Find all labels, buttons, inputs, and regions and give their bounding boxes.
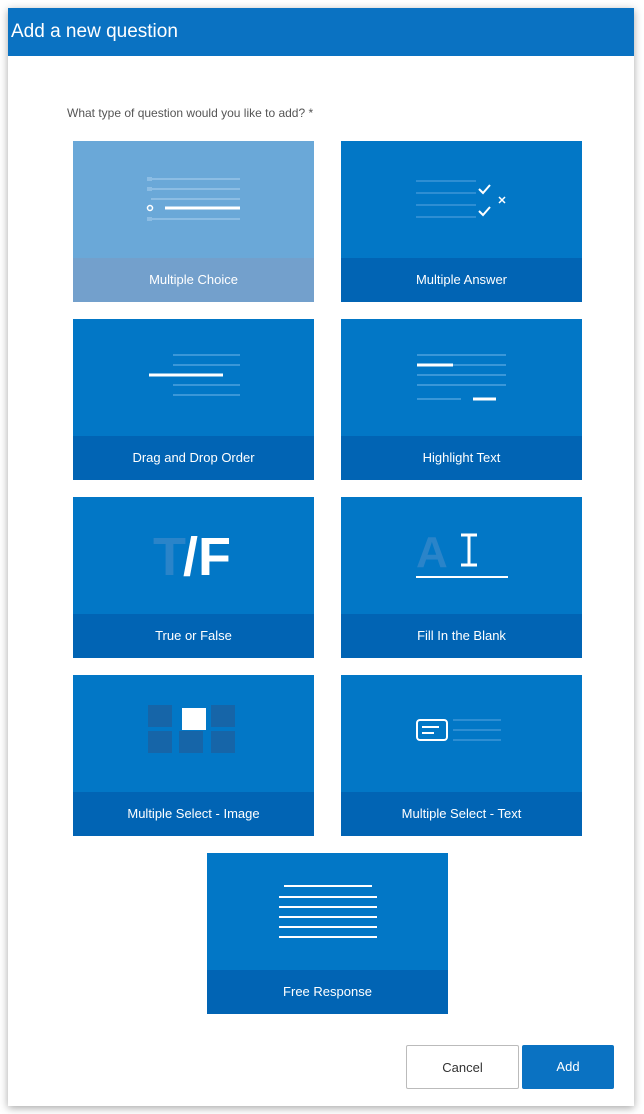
card-multiple-choice[interactable]: Multiple Choice bbox=[73, 141, 314, 302]
card-multiple-answer[interactable]: Multiple Answer bbox=[341, 141, 582, 302]
multiple-select-text-icon bbox=[416, 719, 501, 741]
add-button[interactable]: Add bbox=[522, 1045, 614, 1089]
true-false-icon: T /F bbox=[153, 527, 231, 587]
multiple-choice-icon bbox=[146, 177, 240, 221]
multiple-answer-icon bbox=[416, 180, 506, 218]
question-type-prompt: What type of question would you like to … bbox=[67, 106, 314, 120]
card-label: Multiple Select - Text bbox=[341, 792, 582, 836]
card-true-or-false[interactable]: T /F True or False bbox=[73, 497, 314, 658]
card-label: Fill In the Blank bbox=[341, 614, 582, 658]
card-label: Multiple Select - Image bbox=[73, 792, 314, 836]
svg-text:T: T bbox=[153, 527, 186, 587]
card-multiple-select-image[interactable]: Multiple Select - Image bbox=[73, 675, 314, 836]
card-fill-in-the-blank[interactable]: A Fill In the Blank bbox=[341, 497, 582, 658]
card-label: Free Response bbox=[207, 970, 448, 1014]
card-multiple-select-text[interactable]: Multiple Select - Text bbox=[341, 675, 582, 836]
multiple-select-image-icon bbox=[148, 705, 235, 753]
drag-drop-order-icon bbox=[149, 354, 240, 396]
card-label: Multiple Answer bbox=[341, 258, 582, 302]
svg-text:A: A bbox=[416, 528, 448, 577]
svg-text:/F: /F bbox=[183, 527, 231, 587]
card-label: Highlight Text bbox=[341, 436, 582, 480]
cancel-button[interactable]: Cancel bbox=[406, 1045, 519, 1089]
add-question-dialog: Add a new question What type of question… bbox=[8, 8, 634, 1106]
fill-blank-icon: A bbox=[416, 528, 508, 578]
card-label: Drag and Drop Order bbox=[73, 436, 314, 480]
card-label: True or False bbox=[73, 614, 314, 658]
card-label: Multiple Choice bbox=[73, 258, 314, 302]
card-highlight-text[interactable]: Highlight Text bbox=[341, 319, 582, 480]
card-free-response[interactable]: Free Response bbox=[207, 853, 448, 1014]
free-response-icon bbox=[279, 885, 377, 938]
card-drag-and-drop-order[interactable]: Drag and Drop Order bbox=[73, 319, 314, 480]
highlight-text-icon bbox=[417, 354, 506, 401]
dialog-title: Add a new question bbox=[8, 8, 634, 56]
